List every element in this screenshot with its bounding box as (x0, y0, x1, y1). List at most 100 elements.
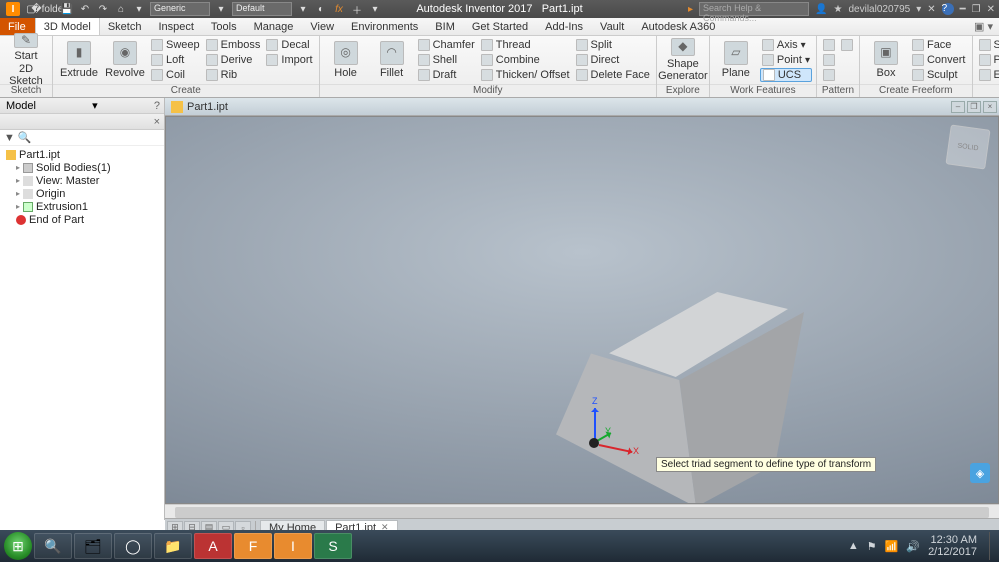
axis-button[interactable]: Axis ▾ (760, 38, 812, 52)
fillet-button[interactable]: ◠Fillet (370, 38, 414, 82)
tab-view[interactable]: View (302, 18, 343, 35)
shell-button[interactable]: Shell (416, 53, 477, 67)
extrude-button[interactable]: ▮Extrude (57, 38, 101, 82)
taskbar-inventor[interactable]: I (274, 533, 312, 559)
material-dropdown[interactable]: Generic (150, 2, 210, 16)
taskbar-explorer[interactable]: 📁 (154, 533, 192, 559)
tree-node-end-of-part[interactable]: End of Part (2, 213, 162, 226)
draft-button[interactable]: Draft (416, 68, 477, 82)
nav-bar-icon[interactable]: ◈ (970, 463, 990, 483)
tab-inspect[interactable]: Inspect (150, 18, 202, 35)
user-dropdown-icon[interactable]: ▾ (916, 4, 921, 15)
taskbar-app-s[interactable]: S (314, 533, 352, 559)
tab-vault[interactable]: Vault (592, 18, 633, 35)
patch-button[interactable]: Patch (977, 53, 999, 67)
convert-button[interactable]: Convert (910, 53, 968, 67)
minimize-button[interactable]: ━ (960, 4, 966, 15)
thicken-button[interactable]: Thicken/ Offset (479, 68, 572, 82)
start-button[interactable]: ⊞ (4, 532, 32, 560)
signin-icon[interactable]: 👤 (815, 4, 827, 15)
close-panel-icon[interactable]: ✕ (927, 4, 935, 15)
derive-button[interactable]: Derive (204, 53, 263, 67)
undo-icon[interactable]: ↶ (78, 2, 92, 16)
tree-node-view[interactable]: View: Master (2, 174, 162, 187)
import-button[interactable]: Import (264, 53, 314, 67)
mdi-close-icon[interactable]: × (983, 101, 997, 113)
tray-flag-icon[interactable]: ⚑ (867, 540, 877, 553)
close-button[interactable]: ✕ (987, 4, 995, 15)
help-search-input[interactable]: Search Help & Commands... (699, 2, 809, 16)
tray-volume-icon[interactable]: 🔊 (906, 540, 920, 553)
tray-network-icon[interactable]: 📶 (885, 540, 899, 553)
tab-add-ins[interactable]: Add-Ins (537, 18, 592, 35)
split-button[interactable]: Split (574, 38, 652, 52)
canvas-tab-label[interactable]: Part1.ipt (187, 101, 228, 113)
home-icon[interactable]: ⌂ (114, 2, 128, 16)
loft-button[interactable]: Loft (149, 53, 202, 67)
thread-button[interactable]: Thread (479, 38, 572, 52)
filter-icon[interactable]: ▼ (4, 132, 15, 144)
mirror-button[interactable] (821, 68, 837, 82)
help-icon[interactable]: ? (942, 3, 954, 15)
emboss-button[interactable]: Emboss (204, 38, 263, 52)
delete-face-button[interactable]: Delete Face (574, 68, 652, 82)
hole-button[interactable]: ◎Hole (324, 38, 368, 82)
appearance-dropdown[interactable]: Default (232, 2, 292, 16)
sketch-driven-button[interactable] (839, 38, 855, 52)
rect-pattern-button[interactable] (821, 38, 837, 52)
browser-help-icon[interactable]: ? (154, 100, 164, 112)
face-button[interactable]: Face (910, 38, 968, 52)
shape-generator-button[interactable]: ◆Shape Generator (661, 38, 705, 82)
box-button[interactable]: ▣Box (864, 38, 908, 82)
view-cube[interactable]: SOLID (945, 124, 990, 169)
tree-node-solid-bodies[interactable]: Solid Bodies(1) (2, 161, 162, 174)
fx-icon[interactable]: fx (332, 2, 346, 16)
qat-more-icon[interactable]: ▾ (132, 2, 146, 16)
tree-node-origin[interactable]: Origin (2, 187, 162, 200)
start-2d-sketch-button[interactable]: ✎Start 2D Sketch (4, 38, 48, 82)
taskbar-fusion[interactable]: F (234, 533, 272, 559)
stitch-button[interactable]: Stitch (977, 38, 999, 52)
dropdown-icon[interactable]: ▾ (296, 2, 310, 16)
tree-node-extrusion[interactable]: Extrusion1 (2, 200, 162, 213)
combine-button[interactable]: Combine (479, 53, 572, 67)
tab-manage[interactable]: Manage (246, 18, 303, 35)
triad-origin[interactable] (589, 438, 599, 448)
tree-node-part[interactable]: Part1.ipt (2, 148, 162, 161)
sculpt-button[interactable]: Sculpt (910, 68, 968, 82)
show-desktop-button[interactable] (989, 532, 995, 560)
user-name[interactable]: devilal020795 (848, 4, 910, 15)
revolve-button[interactable]: ◉Revolve (103, 38, 147, 82)
tab-sketch[interactable]: Sketch (100, 18, 151, 35)
redo-icon[interactable]: ↷ (96, 2, 110, 16)
plus-icon[interactable]: ＋ (350, 2, 364, 16)
decal-button[interactable]: Decal (264, 38, 314, 52)
taskbar-autocad[interactable]: A (194, 533, 232, 559)
tab-environments[interactable]: Environments (343, 18, 427, 35)
chamfer-button[interactable]: Chamfer (416, 38, 477, 52)
plane-button[interactable]: ▱Plane (714, 38, 758, 82)
app-logo-icon[interactable]: I (6, 2, 20, 16)
taskbar-app-1[interactable]: 🔍 (34, 533, 72, 559)
coil-button[interactable]: Coil (149, 68, 202, 82)
tray-up-icon[interactable]: ▲ (848, 540, 859, 552)
taskbar-app-2[interactable]: 🗂 (74, 533, 112, 559)
dropdown-icon[interactable]: ▾ (214, 2, 228, 16)
mdi-minimize-icon[interactable]: – (951, 101, 965, 113)
tab-tools[interactable]: Tools (203, 18, 246, 35)
taskbar-clock[interactable]: 12:30 AM 2/12/2017 (928, 534, 981, 558)
open-icon[interactable]: �folder (42, 2, 56, 16)
tab-get-started[interactable]: Get Started (464, 18, 537, 35)
sweep-button[interactable]: Sweep (149, 38, 202, 52)
viewport[interactable]: SOLID Z Y X Select triad segment to defi… (165, 116, 999, 504)
mdi-restore-icon[interactable]: ❐ (967, 101, 981, 113)
star-icon[interactable]: ★ (834, 4, 843, 15)
ucs-triad[interactable]: Z Y X (583, 412, 643, 472)
qat-expand-icon[interactable]: ▾ (368, 2, 382, 16)
tab-3d-model[interactable]: 3D Model (35, 18, 100, 35)
save-icon[interactable]: 💾 (60, 2, 74, 16)
ucs-button[interactable]: UCS (760, 68, 812, 82)
triad-x-axis[interactable] (599, 444, 633, 453)
find-icon[interactable]: 🔍 (18, 131, 32, 144)
restore-button[interactable]: ❐ (972, 4, 981, 15)
